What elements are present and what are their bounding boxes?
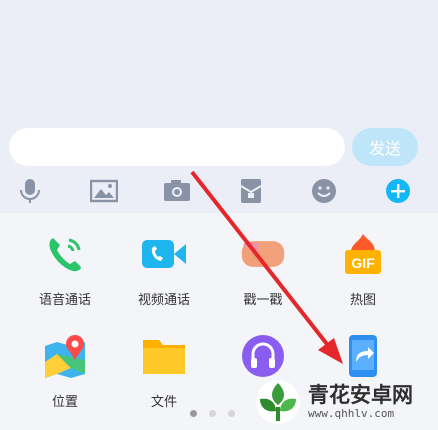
app-voice-call[interactable]: 语音通话 xyxy=(20,231,110,321)
plus-icon[interactable] xyxy=(382,175,414,207)
svg-text:GIF: GIF xyxy=(351,255,375,271)
chat-message-area xyxy=(0,0,438,125)
app-location[interactable]: 位置 xyxy=(20,333,110,423)
red-packet-icon[interactable] xyxy=(235,175,267,207)
folder-icon xyxy=(141,333,187,379)
message-input[interactable] xyxy=(9,128,345,166)
watermark-title: 青花安卓网 xyxy=(308,383,413,407)
page-dot[interactable] xyxy=(209,410,216,417)
poke-icon xyxy=(240,231,286,277)
camera-icon[interactable] xyxy=(161,175,193,207)
watermark: 青花安卓网 www.qhhlv.com xyxy=(252,373,438,430)
send-button[interactable]: 发送 xyxy=(352,128,418,166)
emoji-icon[interactable] xyxy=(308,175,340,207)
app-label: 文件 xyxy=(150,395,177,410)
app-label: 戳一戳 xyxy=(243,293,283,308)
watermark-url: www.qhhlv.com xyxy=(308,407,395,420)
app-video-call[interactable]: 视频通话 xyxy=(119,231,209,321)
page-dot[interactable] xyxy=(228,410,235,417)
app-label: 热图 xyxy=(349,293,376,308)
phone-icon xyxy=(42,231,88,277)
app-poke[interactable]: 戳一戳 xyxy=(218,231,308,321)
watermark-logo-icon xyxy=(256,379,300,424)
gif-icon: GIF xyxy=(340,231,386,277)
app-label: 位置 xyxy=(51,395,78,410)
page-indicator xyxy=(190,410,235,417)
location-icon xyxy=(42,333,88,379)
input-toolbar xyxy=(0,169,438,213)
app-label: 视频通话 xyxy=(137,293,190,308)
app-hot-image[interactable]: GIF 热图 xyxy=(318,231,408,321)
input-bar: 发送 xyxy=(0,125,438,169)
image-icon[interactable] xyxy=(88,175,120,207)
microphone-icon[interactable] xyxy=(14,175,46,207)
video-icon xyxy=(141,231,187,277)
app-label: 语音通话 xyxy=(38,293,91,308)
page-dot[interactable] xyxy=(190,410,197,417)
